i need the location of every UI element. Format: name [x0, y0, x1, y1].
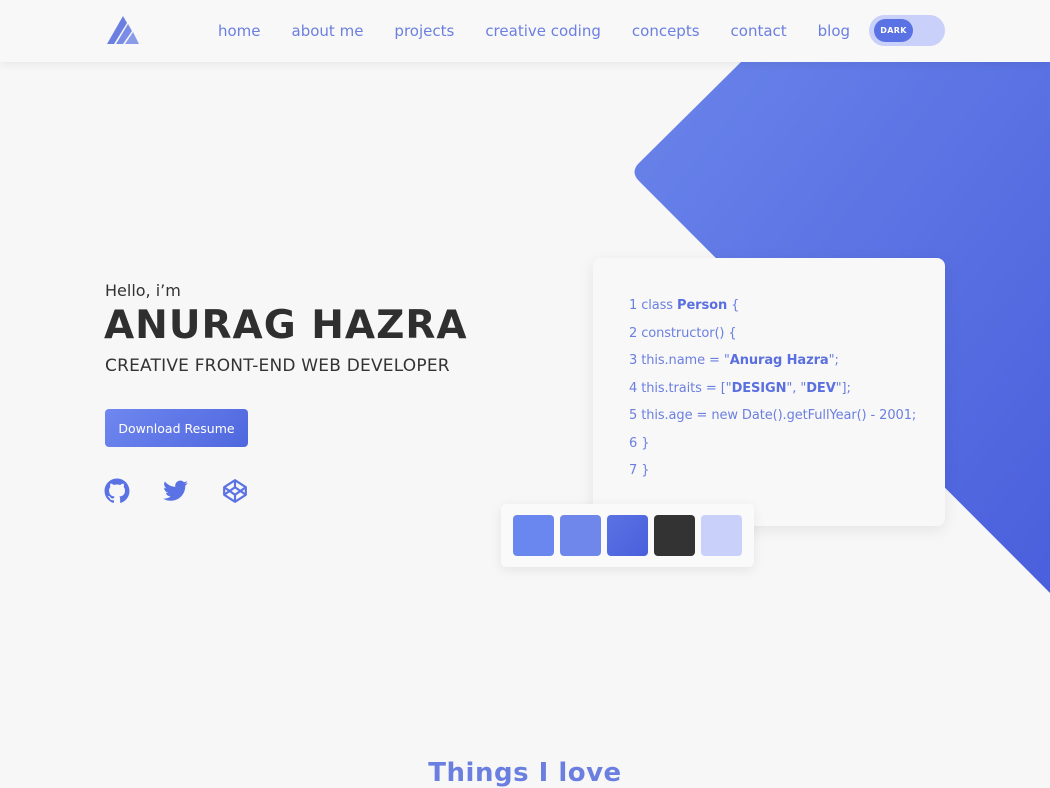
nav-link-projects[interactable]: projects: [394, 22, 454, 40]
nav-link-concepts[interactable]: concepts: [632, 22, 700, 40]
code-text: ";: [828, 353, 839, 368]
code-highlight: Person: [677, 298, 728, 313]
color-swatch[interactable]: [701, 515, 742, 556]
color-swatch[interactable]: [513, 515, 554, 556]
code-text: {: [727, 298, 740, 313]
code-line: 7 }: [629, 463, 945, 491]
code-text: 5 this.age = new Date().getFullYear() - …: [629, 408, 917, 423]
code-line: 4 this.traits = ["DESIGN", "DEV"];: [629, 381, 945, 409]
nav-link-blog[interactable]: blog: [818, 22, 850, 40]
code-line: 2 constructor() {: [629, 326, 945, 354]
nav-link-about-me[interactable]: about me: [292, 22, 364, 40]
code-highlight: DESIGN: [731, 380, 787, 396]
code-text: 7 }: [629, 463, 650, 478]
hero-role: CREATIVE FRONT-END WEB DEVELOPER: [105, 356, 450, 376]
dark-mode-toggle-label: DARK: [874, 19, 913, 42]
code-line: 6 }: [629, 436, 945, 464]
hero-name: ANURAG HAZRA: [104, 303, 468, 348]
code-text: 6 }: [629, 435, 650, 451]
color-swatch[interactable]: [607, 515, 648, 556]
code-line: 1 class Person {: [629, 298, 945, 326]
color-swatch[interactable]: [560, 515, 601, 556]
code-text: 1 class: [629, 298, 678, 313]
dark-mode-toggle[interactable]: DARK: [869, 15, 945, 46]
codepen-icon[interactable]: [222, 478, 248, 504]
code-highlight: Anurag Hazra: [729, 353, 829, 368]
nav-link-contact[interactable]: contact: [731, 22, 787, 40]
code-text: "];: [835, 380, 851, 396]
twitter-icon[interactable]: [163, 478, 189, 504]
logo-icon[interactable]: [105, 14, 141, 46]
nav-link-creative-coding[interactable]: creative coding: [485, 22, 601, 40]
code-text: ", ": [786, 380, 807, 396]
navbar: home about me projects creative coding c…: [0, 0, 1050, 62]
hero-greeting: Hello, i’m: [105, 281, 181, 300]
color-swatch[interactable]: [654, 515, 695, 556]
code-text: 2 constructor() {: [629, 325, 737, 341]
section-title-things-i-love: Things I love: [428, 758, 622, 788]
code-text: 3 this.name = ": [629, 353, 730, 368]
nav-link-home[interactable]: home: [218, 22, 261, 40]
code-highlight: DEV: [806, 380, 836, 396]
code-text: 4 this.traits = [": [629, 380, 732, 396]
color-palette: [501, 504, 754, 567]
code-line: 3 this.name = "Anurag Hazra";: [629, 353, 945, 381]
code-card: 1 class Person {2 constructor() { 3 this.…: [593, 258, 945, 526]
code-line: 5 this.age = new Date().getFullYear() - …: [629, 408, 945, 436]
download-resume-button[interactable]: Download Resume: [105, 409, 248, 447]
nav-links: home about me projects creative coding c…: [218, 0, 881, 62]
github-icon[interactable]: [104, 478, 130, 504]
